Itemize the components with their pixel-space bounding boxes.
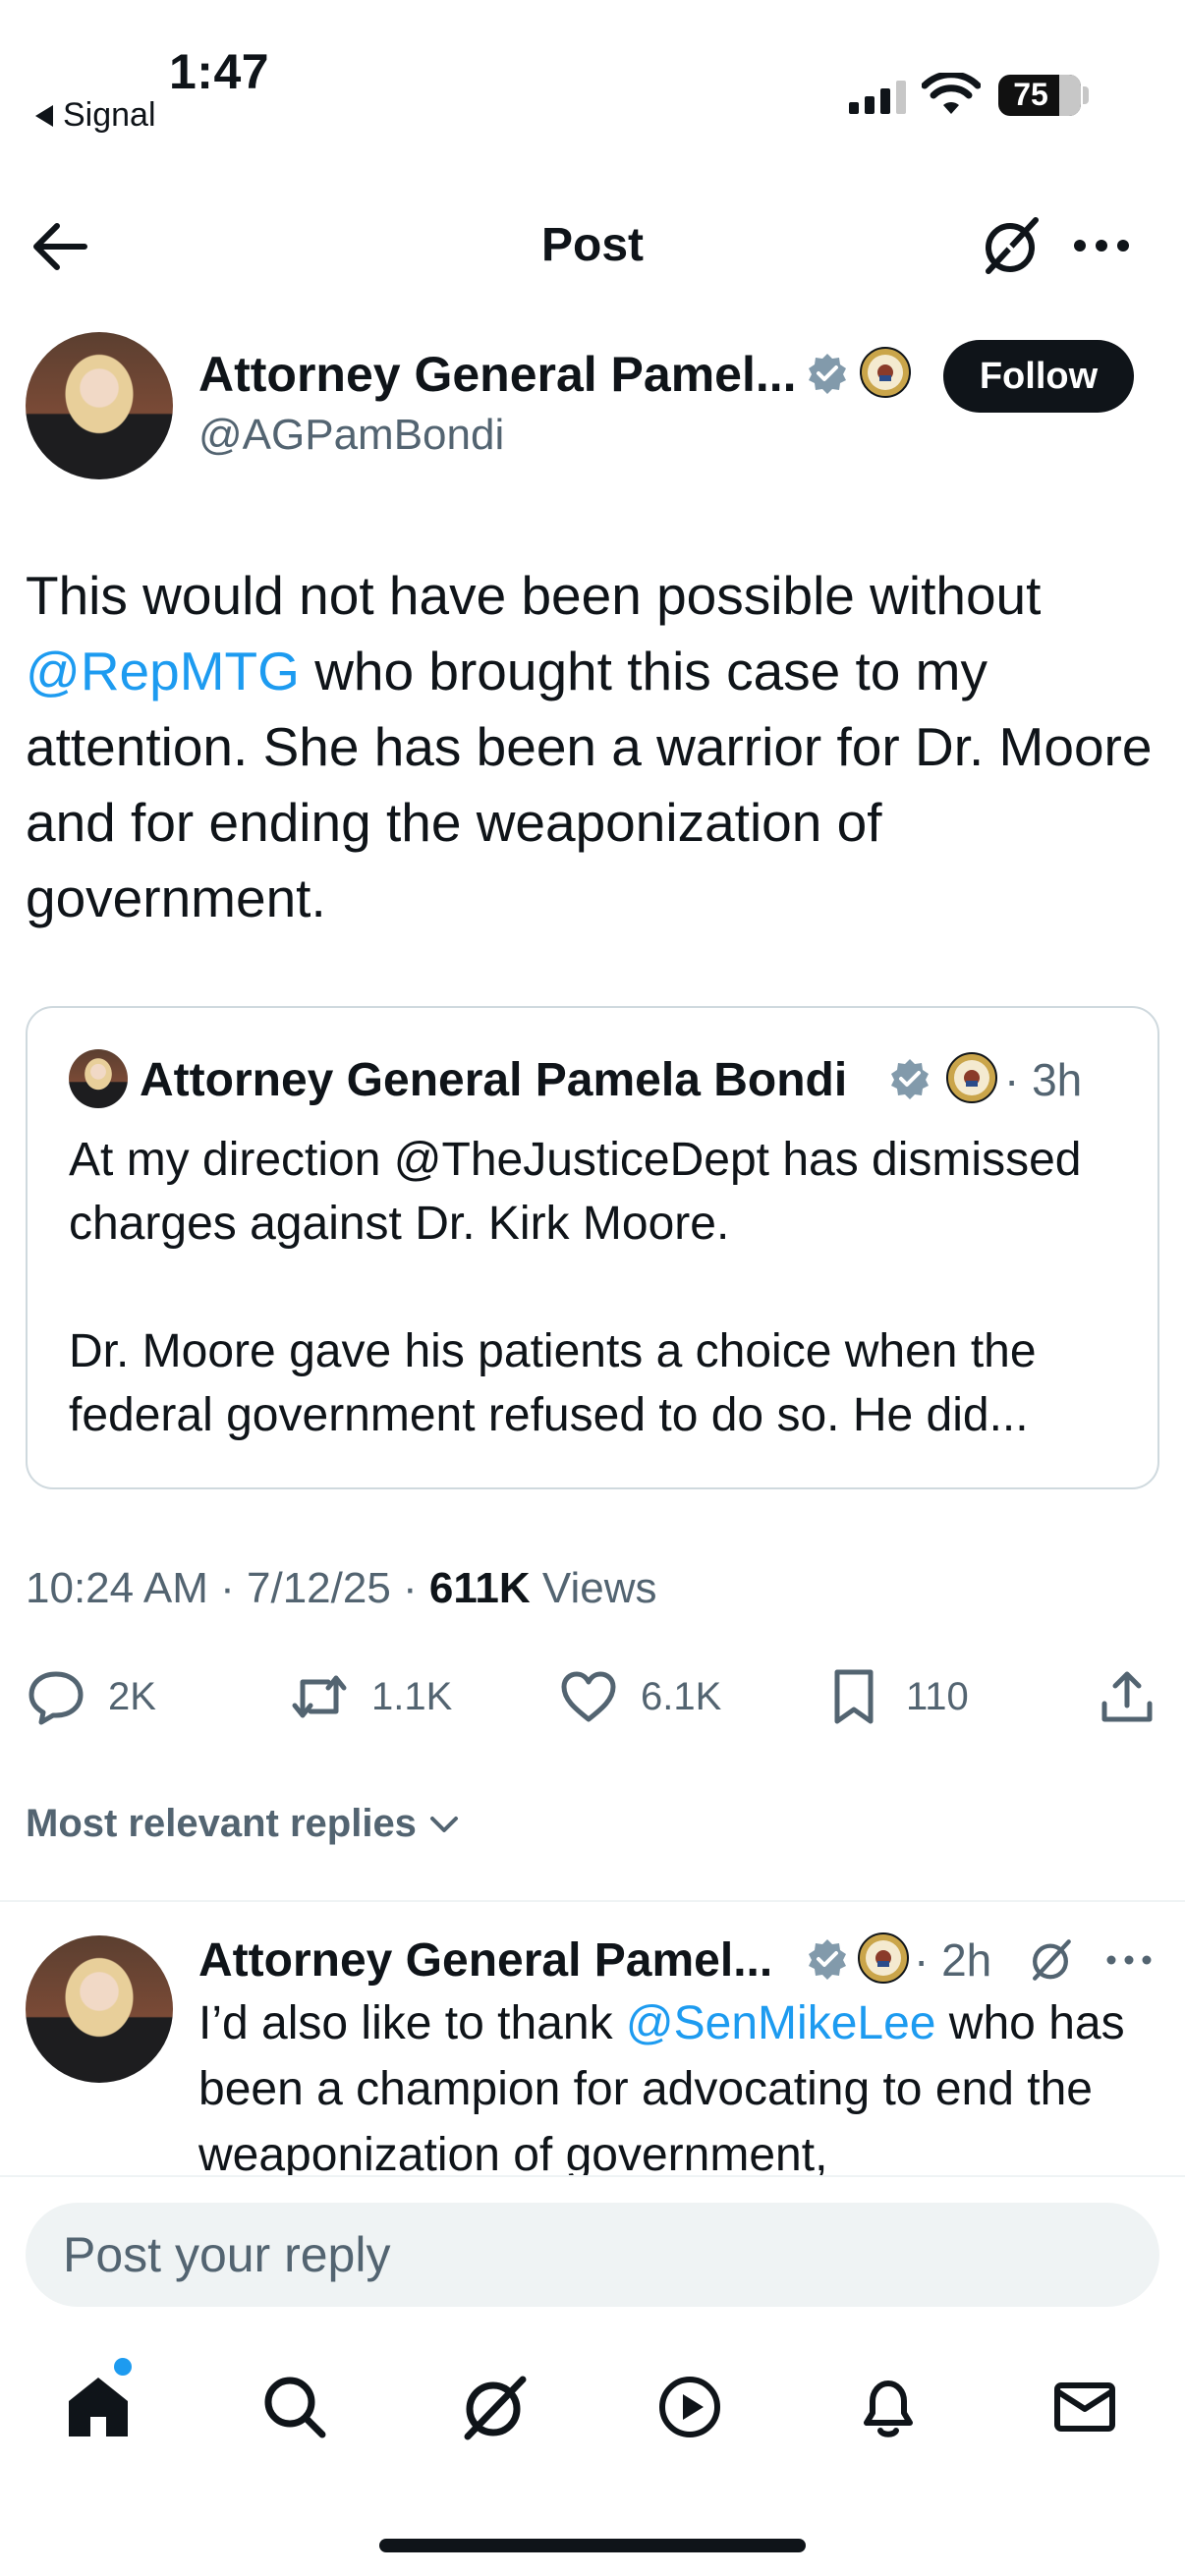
back-triangle-icon (35, 104, 53, 127)
share-icon (1101, 1671, 1153, 1722)
battery-level: 75 (1013, 77, 1048, 112)
quoted-text-line1: At my direction @TheJusticeDept has dism… (69, 1134, 1082, 1250)
bookmark-icon (834, 1669, 874, 1724)
bell-icon (864, 2380, 913, 2437)
replies-sort-label: Most relevant replies (26, 1802, 417, 1845)
wifi-icon (922, 73, 981, 114)
reply-icon (28, 1671, 84, 1725)
reply-time: · 2h (914, 1934, 992, 1986)
post-text-part1: This would not have been possible withou… (26, 565, 1042, 626)
replies-sort-dropdown[interactable]: Most relevant replies (26, 1802, 464, 1846)
like-count: 6.1K (641, 1674, 722, 1718)
grok-icon[interactable] (1028, 1937, 1073, 1983)
bookmark-count: 110 (906, 1674, 969, 1718)
back-to-app-link[interactable]: Signal (35, 96, 156, 135)
post-text: This would not have been possible withou… (26, 558, 1165, 936)
quoted-text: At my direction @TheJusticeDept has dism… (69, 1128, 1140, 1447)
home-notification-dot (114, 2358, 132, 2376)
quoted-avatar (69, 1049, 128, 1108)
grok-icon (464, 2376, 527, 2440)
action-bar: 2K 1.1K 6.1K 110 (26, 1666, 1159, 1735)
home-icon (69, 2378, 128, 2436)
scroll-content: 1:47 Signal 75 Post Attorney General Pam… (0, 0, 1185, 2175)
battery-icon: 75 (998, 75, 1081, 116)
grok-icon[interactable] (979, 214, 1042, 277)
repost-button[interactable]: 1.1K (289, 1666, 452, 1727)
repost-icon (292, 1675, 347, 1718)
nav-home[interactable] (59, 2368, 138, 2446)
more-icon[interactable] (1104, 1945, 1154, 1975)
nav-search[interactable] (255, 2368, 334, 2446)
repost-count: 1.1K (371, 1674, 453, 1718)
like-button[interactable]: 6.1K (558, 1666, 721, 1727)
back-app-label: Signal (63, 96, 156, 134)
like-icon (561, 1671, 616, 1722)
status-time: 1:47 (169, 44, 270, 99)
doj-seal-icon (946, 1052, 997, 1103)
verified-badge-icon (809, 1939, 846, 1980)
quoted-text-line2: Dr. Moore gave his patients a choice whe… (69, 1325, 1037, 1441)
author-name[interactable]: Attorney General Pamel... (198, 346, 797, 403)
reply-text-part1: I’d also like to thank (198, 1997, 626, 2049)
mention-link[interactable]: @RepMTG (26, 641, 300, 701)
reply-count: 2K (108, 1674, 156, 1718)
post-meta: 10:24 AM · 7/12/25 · 611K Views (26, 1564, 657, 1613)
verified-badge-icon (891, 1059, 929, 1099)
video-icon (659, 2377, 720, 2437)
divider (0, 1900, 1185, 1902)
nav-grok[interactable] (454, 2368, 533, 2446)
doj-seal-icon (858, 1932, 909, 1984)
doj-seal-icon (860, 347, 911, 398)
post-timestamp: 10:24 AM · 7/12/25 · (26, 1564, 429, 1612)
nav-video[interactable] (650, 2368, 729, 2446)
home-indicator (379, 2539, 806, 2552)
search-icon (264, 2377, 326, 2438)
views-count: 611K (428, 1564, 531, 1612)
back-arrow-icon[interactable] (29, 218, 92, 275)
reply-avatar[interactable] (26, 1935, 173, 2083)
follow-button[interactable]: Follow (943, 340, 1134, 413)
reply-text: I’d also like to thank @SenMikeLee who h… (198, 1990, 1142, 2175)
reply-button[interactable]: 2K (26, 1666, 156, 1727)
more-icon[interactable] (1071, 226, 1132, 265)
reply-author-name[interactable]: Attorney General Pamel... (198, 1933, 772, 1988)
author-handle[interactable]: @AGPamBondi (198, 411, 504, 460)
battery-tip (1083, 86, 1089, 104)
bookmark-button[interactable]: 110 (823, 1666, 969, 1727)
reply-mention-link[interactable]: @SenMikeLee (626, 1997, 936, 2049)
cellular-signal-icon (849, 81, 906, 114)
reply-input[interactable] (26, 2203, 1159, 2307)
quoted-time: · 3h (1004, 1054, 1083, 1105)
verified-badge-icon (809, 354, 846, 394)
avatar[interactable] (26, 332, 173, 479)
quoted-author-name: Attorney General Pamela Bondi (140, 1054, 848, 1106)
nav-messages[interactable] (1045, 2368, 1124, 2446)
nav-notifications[interactable] (849, 2368, 928, 2446)
views-label: Views (530, 1564, 657, 1612)
mail-icon (1054, 2382, 1115, 2432)
chevron-down-icon (429, 1816, 458, 1832)
share-button[interactable] (1097, 1666, 1157, 1727)
